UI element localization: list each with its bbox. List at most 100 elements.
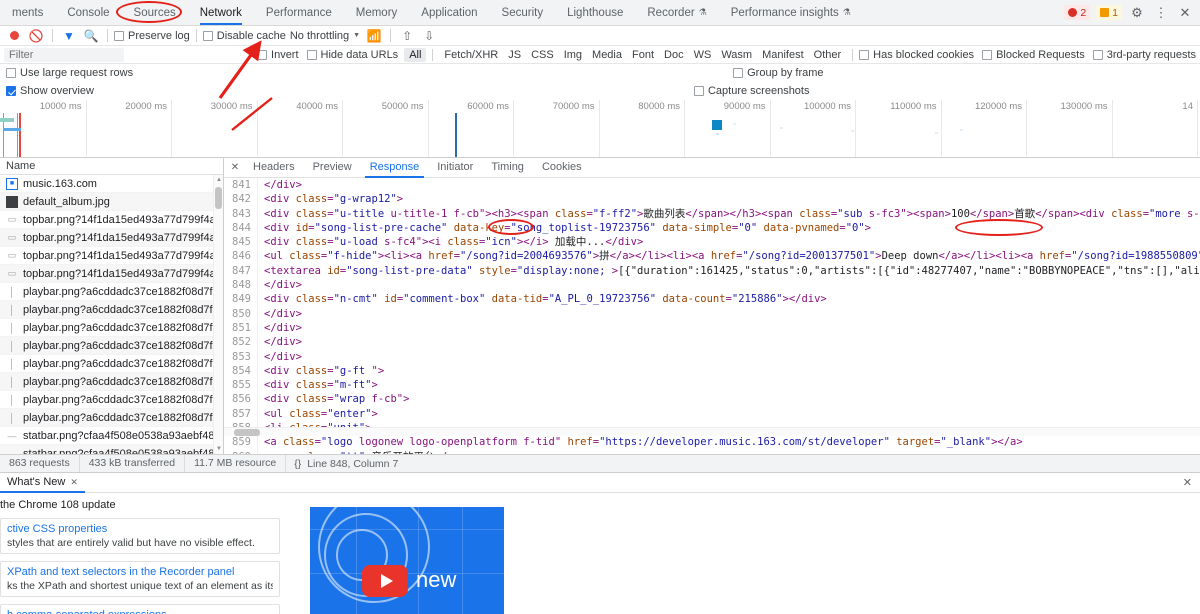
code-line[interactable]: 852</div> xyxy=(224,335,1200,349)
code-line[interactable]: 849<div class="n-cmt" id="comment-box" d… xyxy=(224,292,1200,306)
close-icon[interactable]: ✕ xyxy=(70,473,78,492)
scrollbar-thumb[interactable] xyxy=(215,187,222,209)
use-large-request-rows-checkbox[interactable]: Use large request rows xyxy=(6,67,133,79)
code-line[interactable]: 853</div> xyxy=(224,350,1200,364)
request-row[interactable]: │playbar.png?a6cddadc37ce1882f08d7f145a1… xyxy=(0,337,223,355)
detail-tab-headers[interactable]: Headers xyxy=(244,158,304,178)
detail-tab-response[interactable]: Response xyxy=(361,158,429,178)
card-title[interactable]: XPath and text selectors in the Recorder… xyxy=(7,566,273,578)
request-row[interactable]: ▭topbar.png?14f1da15ed493a77d799f4aa6f72… xyxy=(0,265,223,283)
record-stop-icon[interactable] xyxy=(4,27,24,45)
search-icon[interactable]: 🔍 xyxy=(81,27,101,45)
detail-tab-cookies[interactable]: Cookies xyxy=(533,158,591,178)
code-line[interactable]: 857<ul class="enter"> xyxy=(224,407,1200,421)
filter-type-ws[interactable]: WS xyxy=(689,48,717,62)
scroll-down-arrow-icon[interactable]: ▼ xyxy=(214,444,224,454)
code-line[interactable]: 842<div class="g-wrap12"> xyxy=(224,192,1200,206)
detail-tab-timing[interactable]: Timing xyxy=(482,158,533,178)
filter-type-all[interactable]: All xyxy=(404,48,426,62)
preserve-log-checkbox[interactable]: Preserve log xyxy=(114,30,190,42)
tab-performance[interactable]: Performance xyxy=(254,0,344,25)
throttling-dropdown[interactable]: No throttling▼ xyxy=(288,30,362,42)
request-row[interactable]: │playbar.png?a6cddadc37ce1882f08d7f145a1… xyxy=(0,355,223,373)
whats-new-video-banner[interactable]: new xyxy=(310,507,504,614)
scroll-up-arrow-icon[interactable]: ▲ xyxy=(214,175,224,185)
request-row[interactable]: default_album.jpg xyxy=(0,193,223,211)
code-line[interactable]: 848</div> xyxy=(224,278,1200,292)
request-row[interactable]: │playbar.png?a6cddadc37ce1882f08d7f145a1… xyxy=(0,319,223,337)
filter-type-wasm[interactable]: Wasm xyxy=(716,48,757,62)
error-badge[interactable]: 2 xyxy=(1064,5,1090,20)
filter-type-media[interactable]: Media xyxy=(587,48,627,62)
request-row[interactable]: ▭topbar.png?14f1da15ed493a77d799f4aa6f72… xyxy=(0,229,223,247)
third-party-requests-checkbox[interactable]: 3rd-party requests xyxy=(1093,49,1196,61)
funnel-icon[interactable]: ▼ xyxy=(59,27,79,45)
filter-input[interactable] xyxy=(4,48,124,62)
has-blocked-cookies-checkbox[interactable]: Has blocked cookies xyxy=(859,49,974,61)
card-title[interactable]: h comma-separated expressions xyxy=(7,609,273,614)
request-row[interactable]: —statbar.png?cfaa4f508e0538a93aebf48b6f5… xyxy=(0,427,223,445)
request-row[interactable]: │playbar.png?a6cddadc37ce1882f08d7f145a1… xyxy=(0,301,223,319)
group-by-frame-checkbox[interactable]: Group by frame xyxy=(733,67,823,79)
name-column-header[interactable]: Name xyxy=(0,158,223,175)
request-row[interactable]: │playbar.png?a6cddadc37ce1882f08d7f145a1… xyxy=(0,391,223,409)
invert-checkbox[interactable]: Invert xyxy=(257,49,299,61)
requests-scrollbar[interactable]: ▲ ▼ xyxy=(213,175,223,454)
tab-performance-insights[interactable]: Performance insights⚗ xyxy=(719,0,863,25)
kebab-menu-icon[interactable]: ⋮ xyxy=(1152,4,1170,22)
whats-new-card[interactable]: XPath and text selectors in the Recorder… xyxy=(0,561,280,597)
code-line[interactable]: 859<a class="logo logonew logo-openplatf… xyxy=(224,435,1200,449)
upload-arrow-icon[interactable]: ⇧ xyxy=(397,27,417,45)
code-line[interactable]: 856<div class="wrap f-cb"> xyxy=(224,392,1200,406)
tab-application[interactable]: Application xyxy=(409,0,489,25)
detail-tab-initiator[interactable]: Initiator xyxy=(428,158,482,178)
code-line[interactable]: 843<div class="u-title u-title-1 f-cb"><… xyxy=(224,207,1200,221)
response-horizontal-scrollbar[interactable] xyxy=(224,427,1200,436)
code-line[interactable]: 846<ul class="f-hide"><li><a href="/song… xyxy=(224,249,1200,263)
tab-network[interactable]: Network xyxy=(188,0,254,25)
filter-type-font[interactable]: Font xyxy=(627,48,659,62)
whats-new-card[interactable]: ctive CSS properties styles that are ent… xyxy=(0,518,280,554)
filter-type-img[interactable]: Img xyxy=(559,48,587,62)
tab-lighthouse[interactable]: Lighthouse xyxy=(555,0,635,25)
request-row[interactable]: │playbar.png?a6cddadc37ce1882f08d7f145a1… xyxy=(0,373,223,391)
youtube-play-icon[interactable] xyxy=(362,565,408,597)
request-row[interactable]: │playbar.png?a6cddadc37ce1882f08d7f145a1… xyxy=(0,283,223,301)
network-overview-timeline[interactable]: 10000 ms20000 ms30000 ms40000 ms50000 ms… xyxy=(0,100,1200,158)
drawer-tab-whats-new[interactable]: What's New ✕ xyxy=(0,473,85,493)
filter-type-manifest[interactable]: Manifest xyxy=(757,48,809,62)
blocked-requests-checkbox[interactable]: Blocked Requests xyxy=(982,49,1085,61)
request-row[interactable]: —statbar.png?cfaa4f508e0538a93aebf48b6f5… xyxy=(0,445,223,454)
code-line[interactable]: 854<div class="g-ft "> xyxy=(224,364,1200,378)
tab-elements[interactable]: ments xyxy=(0,0,55,25)
pretty-print-icon[interactable]: {} xyxy=(294,458,301,470)
filter-type-fetch-xhr[interactable]: Fetch/XHR xyxy=(439,48,503,62)
card-title[interactable]: ctive CSS properties xyxy=(7,523,273,535)
filter-type-css[interactable]: CSS xyxy=(526,48,559,62)
drawer-close-icon[interactable]: ✕ xyxy=(1183,476,1200,489)
code-line[interactable]: 841</div> xyxy=(224,178,1200,192)
code-line[interactable]: 855<div class="m-ft"> xyxy=(224,378,1200,392)
wifi-settings-icon[interactable]: 📶 xyxy=(364,27,384,45)
tab-recorder[interactable]: Recorder⚗ xyxy=(635,0,718,25)
detail-tab-preview[interactable]: Preview xyxy=(304,158,361,178)
tab-console[interactable]: Console xyxy=(55,0,121,25)
download-arrow-icon[interactable]: ⇩ xyxy=(419,27,439,45)
filter-type-js[interactable]: JS xyxy=(503,48,526,62)
scrollbar-thumb[interactable] xyxy=(234,429,260,436)
code-line[interactable]: 850</div> xyxy=(224,307,1200,321)
code-line[interactable]: 847<textarea id="song-list-pre-data" sty… xyxy=(224,264,1200,278)
disable-cache-checkbox[interactable]: Disable cache xyxy=(203,30,286,42)
whats-new-card[interactable]: h comma-separated expressions xyxy=(0,604,280,614)
requests-list[interactable]: ■music.163.comdefault_album.jpg▭topbar.p… xyxy=(0,175,223,454)
request-row[interactable]: │playbar.png?a6cddadc37ce1882f08d7f145a1… xyxy=(0,409,223,427)
request-row[interactable]: ▭topbar.png?14f1da15ed493a77d799f4aa6f72… xyxy=(0,211,223,229)
hide-data-urls-checkbox[interactable]: Hide data URLs xyxy=(307,49,399,61)
clear-icon[interactable]: 🚫 xyxy=(26,27,46,45)
filter-type-doc[interactable]: Doc xyxy=(659,48,689,62)
gear-icon[interactable]: ⚙ xyxy=(1128,4,1146,22)
response-source-view[interactable]: 841</div>842<div class="g-wrap12">843<di… xyxy=(224,178,1200,454)
close-icon[interactable]: ✕ xyxy=(226,162,244,173)
tab-memory[interactable]: Memory xyxy=(344,0,410,25)
request-row[interactable]: ▭topbar.png?14f1da15ed493a77d799f4aa6f72… xyxy=(0,247,223,265)
